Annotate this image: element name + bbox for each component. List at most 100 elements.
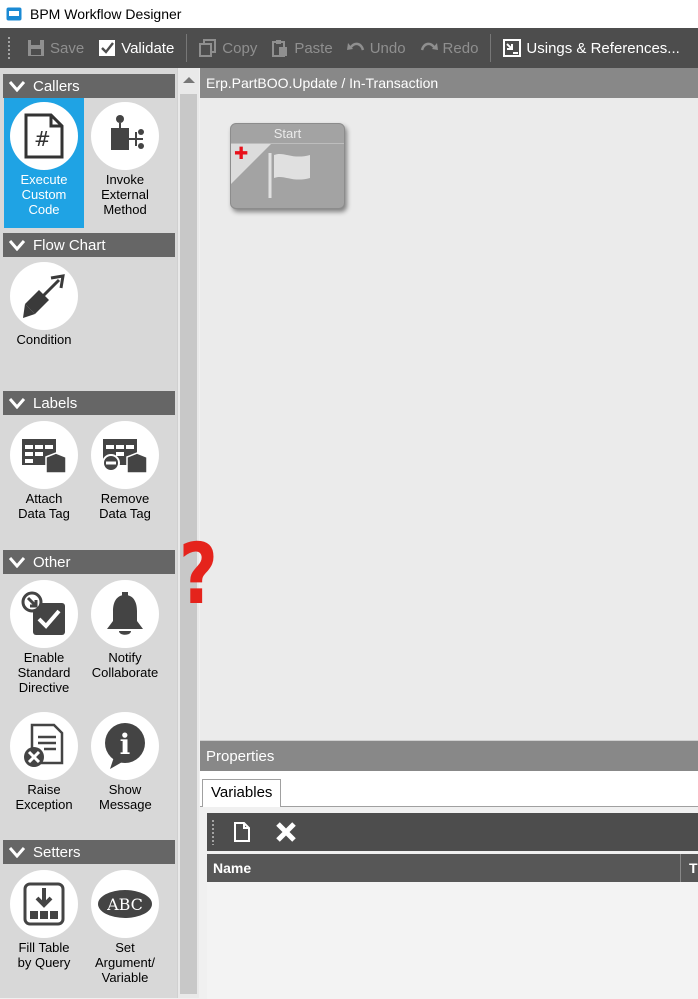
tool-set-argument-variable[interactable]: ABC Set Argument/ Variable (85, 866, 165, 991)
tool-label: Show Message (99, 782, 152, 812)
category-callers[interactable]: Callers (3, 74, 175, 98)
variables-toolbar (207, 813, 698, 851)
canvas-breadcrumb: Erp.PartBOO.Update / In-Transaction (200, 68, 698, 98)
properties-panel: Properties Variables Name T (200, 740, 698, 999)
annotation-question-mark: ? (178, 525, 218, 623)
variables-grid-header: Name T (207, 854, 698, 882)
usings-references-label: Usings & References... (526, 39, 680, 57)
column-header-type[interactable]: T (681, 860, 698, 876)
redo-button[interactable]: Redo (413, 28, 486, 68)
chevron-down-icon (9, 557, 25, 568)
tool-execute-custom-code[interactable]: # Execute Custom Code (4, 98, 84, 228)
tool-label: Fill Table by Query (17, 940, 71, 970)
info-bubble-icon: i (91, 712, 159, 780)
variables-grid-body[interactable] (207, 882, 698, 999)
activity-palette: Callers # Execute Custom Code Invoke Ext… (0, 68, 177, 998)
copy-label: Copy (222, 39, 258, 57)
delete-variable-button[interactable] (271, 817, 301, 847)
svg-text:#: # (34, 127, 51, 151)
toolbar-grip[interactable] (7, 36, 11, 60)
new-variable-button[interactable] (227, 817, 257, 847)
toolbar-grip[interactable] (211, 819, 215, 845)
tool-label: Invoke External Method (101, 172, 149, 217)
window-title: BPM Workflow Designer (30, 6, 182, 22)
category-labels[interactable]: Labels (3, 391, 175, 415)
save-label: Save (50, 39, 85, 57)
save-icon (27, 39, 45, 57)
tool-show-message[interactable]: i Show Message (85, 708, 165, 813)
delete-x-icon (276, 822, 296, 842)
external-method-icon (91, 102, 159, 170)
tool-label: Attach Data Tag (18, 491, 70, 521)
exception-icon (10, 712, 78, 780)
category-label: Labels (33, 394, 78, 412)
tool-attach-data-tag[interactable]: Attach Data Tag (4, 417, 84, 527)
new-document-icon (234, 822, 250, 842)
chevron-down-icon (9, 240, 25, 251)
tool-invoke-external-method[interactable]: Invoke External Method (85, 98, 165, 228)
references-icon (503, 39, 522, 57)
category-setters[interactable]: Setters (3, 840, 175, 864)
copy-icon (199, 39, 217, 57)
tool-condition[interactable]: Condition (4, 258, 84, 358)
undo-button[interactable]: Undo (340, 28, 413, 68)
paste-label: Paste (294, 39, 333, 57)
expand-plus-icon[interactable]: ✚ (234, 145, 248, 162)
paste-button[interactable]: Paste (264, 28, 339, 68)
svg-text:ABC: ABC (106, 895, 143, 914)
start-node[interactable]: Start ✚ (230, 123, 345, 209)
start-node-label: Start (231, 124, 344, 144)
attach-tag-icon (10, 421, 78, 489)
toolbar-separator (490, 34, 492, 62)
abc-icon: ABC (91, 870, 159, 938)
chevron-down-icon (9, 81, 25, 92)
usings-references-button[interactable]: Usings & References... (496, 28, 686, 68)
save-button[interactable]: Save (20, 28, 91, 68)
checkbox-icon (98, 39, 116, 57)
tool-label: Remove Data Tag (99, 491, 151, 521)
tool-fill-table-by-query[interactable]: Fill Table by Query (4, 866, 84, 991)
paste-icon (271, 39, 289, 57)
category-other[interactable]: Other (3, 550, 175, 574)
main-toolbar: Save Validate Copy Paste Undo Redo Using… (0, 28, 698, 68)
category-label: Flow Chart (33, 236, 106, 254)
undo-label: Undo (369, 39, 406, 57)
directive-icon (10, 580, 78, 648)
tool-notify-collaborate[interactable]: Notify Collaborate (85, 576, 165, 701)
bell-icon (91, 580, 159, 648)
flag-icon (268, 153, 310, 198)
tool-label: Set Argument/ Variable (95, 940, 155, 985)
toolbar-separator (186, 34, 188, 62)
tool-enable-standard-directive[interactable]: Enable Standard Directive (4, 576, 84, 701)
properties-header: Properties (200, 741, 698, 771)
properties-tab-strip: Variables (200, 771, 698, 807)
title-bar: BPM Workflow Designer (0, 0, 698, 28)
code-file-icon: # (10, 102, 78, 170)
tool-label: Enable Standard Directive (17, 650, 71, 695)
validate-label: Validate (121, 39, 175, 57)
condition-arrows-icon (10, 262, 78, 330)
fill-table-icon (10, 870, 78, 938)
chevron-down-icon (9, 398, 25, 409)
category-label: Callers (33, 77, 80, 95)
redo-label: Redo (442, 39, 479, 57)
redo-icon (420, 39, 438, 57)
window-icon (6, 7, 22, 21)
tool-label: Notify Collaborate (91, 650, 159, 680)
remove-tag-icon (91, 421, 159, 489)
category-flow-chart[interactable]: Flow Chart (3, 233, 175, 257)
tool-label: Raise Exception (15, 782, 73, 812)
category-label: Setters (33, 843, 81, 861)
tool-raise-exception[interactable]: Raise Exception (4, 708, 84, 813)
tab-variables[interactable]: Variables (202, 779, 282, 807)
tool-remove-data-tag[interactable]: Remove Data Tag (85, 417, 165, 527)
scroll-up-arrow-icon[interactable] (183, 77, 195, 83)
validate-button[interactable]: Validate (91, 28, 181, 68)
column-header-name[interactable]: Name (207, 854, 681, 882)
copy-button[interactable]: Copy (192, 28, 264, 68)
svg-text:i: i (120, 728, 131, 761)
tool-label: Condition (16, 332, 72, 347)
undo-icon (346, 39, 365, 57)
tool-label: Execute Custom Code (20, 172, 68, 217)
workflow-canvas[interactable]: Erp.PartBOO.Update / In-Transaction Star… (200, 68, 698, 740)
